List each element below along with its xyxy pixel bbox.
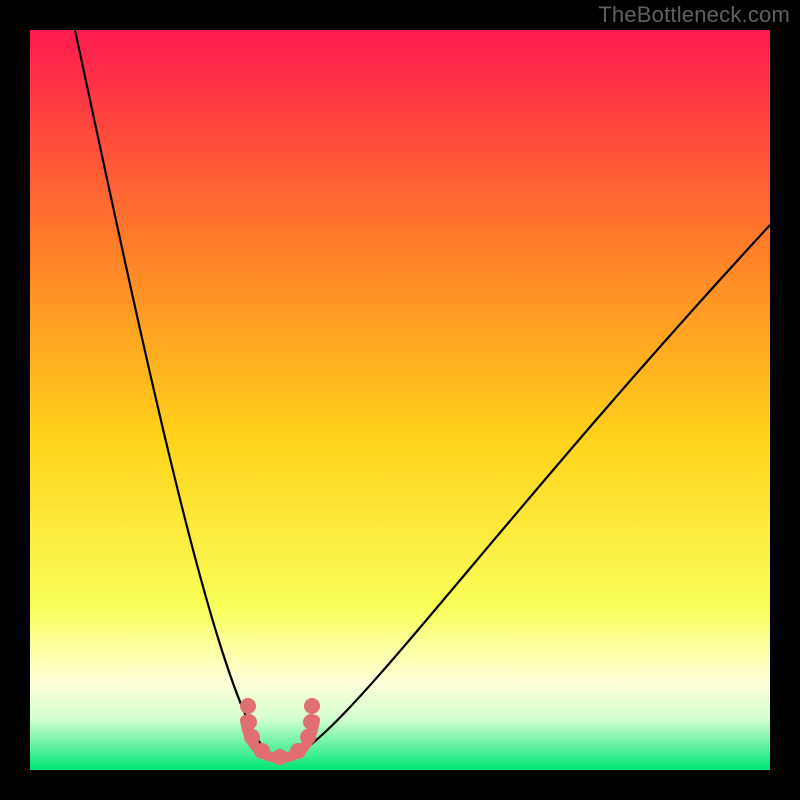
trough-dot <box>244 729 260 745</box>
plot-background <box>30 30 770 770</box>
bottleneck-chart-svg <box>0 0 800 800</box>
trough-dot <box>304 698 320 714</box>
trough-dot <box>254 743 270 759</box>
trough-dot <box>272 749 288 765</box>
trough-dot <box>300 729 316 745</box>
trough-dot <box>241 714 257 730</box>
watermark-text: TheBottleneck.com <box>598 2 790 28</box>
trough-dot <box>303 714 319 730</box>
trough-dot <box>290 743 306 759</box>
chart-container: TheBottleneck.com <box>0 0 800 800</box>
trough-dot <box>240 698 256 714</box>
